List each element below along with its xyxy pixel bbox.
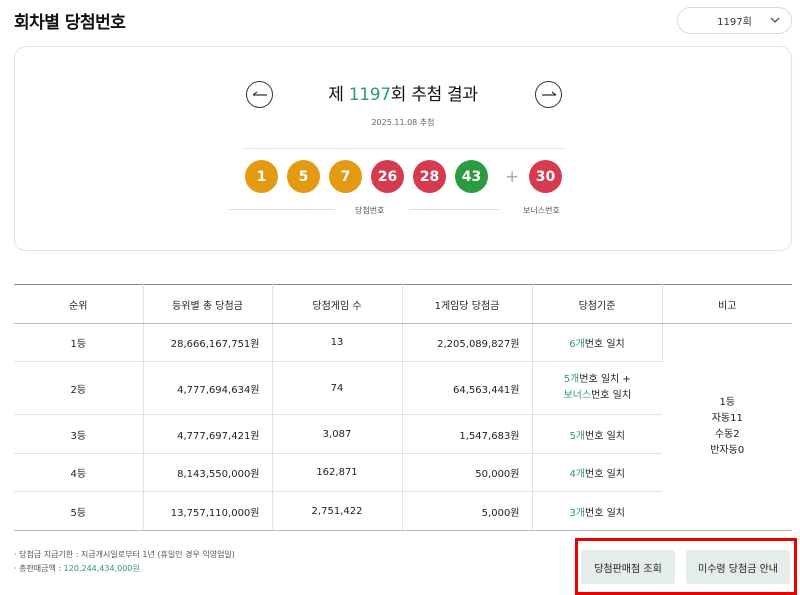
criteria-count: 3개	[569, 507, 586, 519]
games-cell: 162,871	[272, 453, 403, 492]
criteria-text: 번호 일치	[585, 507, 626, 519]
label-rule-left	[229, 209, 335, 210]
col-header-note: 비고	[662, 284, 792, 324]
criteria-text: 번호 일치	[585, 430, 626, 442]
criteria-cell: 5개번호 일치	[532, 414, 662, 454]
per-game-cell: 1,547,683원	[402, 414, 533, 454]
note-line: 반자동0	[710, 445, 745, 456]
criteria-cell: 3개번호 일치	[532, 491, 662, 531]
criteria-count: 6개	[569, 339, 585, 350]
note-line: 수동2	[714, 429, 740, 440]
total-sales-note: · 총판매금액 : 120,244,434,000원	[14, 562, 235, 576]
col-header-rank: 순위	[14, 284, 144, 324]
col-header-criteria: 당첨기준	[532, 284, 663, 324]
page-title: 회차별 당첨번호	[14, 13, 126, 33]
arrow-right-icon	[541, 91, 556, 96]
total-prize-cell: 28,666,167,751원	[143, 323, 273, 362]
criteria-count: 5개	[563, 374, 580, 385]
total-prize-cell: 4,777,694,634원	[143, 361, 273, 415]
draw-title: 제 1197회 추첨 결과	[265, 80, 541, 105]
winning-ball-2: 5	[287, 160, 320, 193]
rank-cell: 2등	[14, 361, 144, 415]
winning-ball-3: 7	[329, 160, 362, 193]
rank-cell: 1등	[14, 323, 144, 362]
table-header-row: 순위 등위별 총 당첨금 당첨게임 수 1게임당 당첨금 당첨기준 비고	[14, 284, 792, 324]
winning-store-lookup-button[interactable]: 당첨판매점 조회	[581, 550, 675, 584]
payment-deadline-note: · 당첨금 지급기한 : 지급개시일로부터 1년 (휴일인 경우 익영업일)	[14, 550, 235, 559]
games-cell: 74	[272, 361, 403, 415]
per-game-cell: 2,205,089,827원	[402, 323, 533, 362]
criteria-text: 번호 일치	[585, 469, 626, 480]
label-rule-right	[409, 209, 499, 210]
plus-sign: +	[505, 167, 520, 187]
total-sales-label: · 총판매금액 :	[14, 564, 64, 573]
draw-date: 2025.11.08 추첨	[371, 118, 435, 127]
bonus-ball: 30	[529, 160, 562, 193]
criteria-cell: 4개번호 일치	[532, 453, 662, 492]
total-sales-value: 120,244,434,000원	[63, 564, 140, 573]
footnotes: · 당첨금 지급기한 : 지급개시일로부터 1년 (휴일인 경우 익영업일) ·…	[14, 548, 235, 576]
draw-title-suffix: 회 추첨 결과	[390, 85, 478, 105]
draw-round-number: 1197	[348, 85, 391, 105]
criteria-text: 번호 일치 +	[579, 374, 631, 385]
note-cell: 1등 자동11 수동2 반자동0	[662, 323, 792, 531]
highlighted-button-group: 당첨판매점 조회 미수령 당첨금 안내	[575, 538, 797, 595]
criteria-text: 번호 일치	[591, 390, 632, 401]
col-header-games: 당첨게임 수	[272, 284, 403, 324]
rank-cell: 3등	[14, 414, 144, 454]
criteria-count: 4개	[569, 469, 586, 480]
winning-numbers-label: 당첨번호	[355, 206, 385, 215]
round-select-dropdown[interactable]: 1197회	[677, 7, 792, 34]
note-line: 자동11	[711, 413, 743, 424]
criteria-bonus: 보너스	[563, 390, 592, 401]
criteria-cell: 6개번호 일치	[532, 323, 663, 362]
rank-cell: 4등	[14, 453, 144, 492]
games-cell: 13	[272, 323, 403, 362]
criteria-text: 번호 일치	[584, 339, 625, 350]
total-prize-cell: 4,777,697,421원	[143, 414, 273, 454]
games-cell: 2,751,422	[272, 491, 403, 531]
winning-ball-6: 43	[455, 160, 488, 193]
note-line: 1등	[719, 397, 736, 408]
games-cell: 3,087	[272, 414, 403, 454]
col-header-total: 등위별 총 당첨금	[143, 284, 273, 324]
draw-result-card: 제 1197회 추첨 결과 2025.11.08 추첨 1 5 7 26 28 …	[14, 46, 792, 251]
col-header-per-game: 1게임당 당첨금	[402, 284, 533, 324]
prize-table: 순위 등위별 총 당첨금 당첨게임 수 1게임당 당첨금 당첨기준 비고 1등 …	[14, 284, 792, 531]
criteria-cell: 5개번호 일치 + 보너스번호 일치	[532, 361, 662, 415]
draw-title-prefix: 제	[328, 85, 349, 105]
bonus-number-label: 보너스번호	[523, 206, 560, 215]
round-select-value: 1197회	[717, 17, 752, 28]
chevron-down-icon	[770, 17, 780, 23]
divider	[243, 148, 565, 149]
per-game-cell: 50,000원	[402, 453, 533, 492]
rank-cell: 5등	[14, 491, 144, 531]
per-game-cell: 5,000원	[402, 491, 533, 531]
total-prize-cell: 13,757,110,000원	[143, 491, 273, 531]
winning-ball-1: 1	[245, 160, 278, 193]
winning-ball-4: 26	[371, 160, 404, 193]
per-game-cell: 64,563,441원	[402, 361, 533, 415]
winning-ball-5: 28	[413, 160, 446, 193]
next-round-button[interactable]	[535, 81, 562, 108]
table-row: 1등 28,666,167,751원 13 2,205,089,827원 6개번…	[14, 323, 792, 531]
total-prize-cell: 8,143,550,000원	[143, 453, 273, 492]
unclaimed-prize-info-button[interactable]: 미수령 당첨금 안내	[686, 550, 790, 584]
criteria-count: 5개	[569, 430, 586, 442]
